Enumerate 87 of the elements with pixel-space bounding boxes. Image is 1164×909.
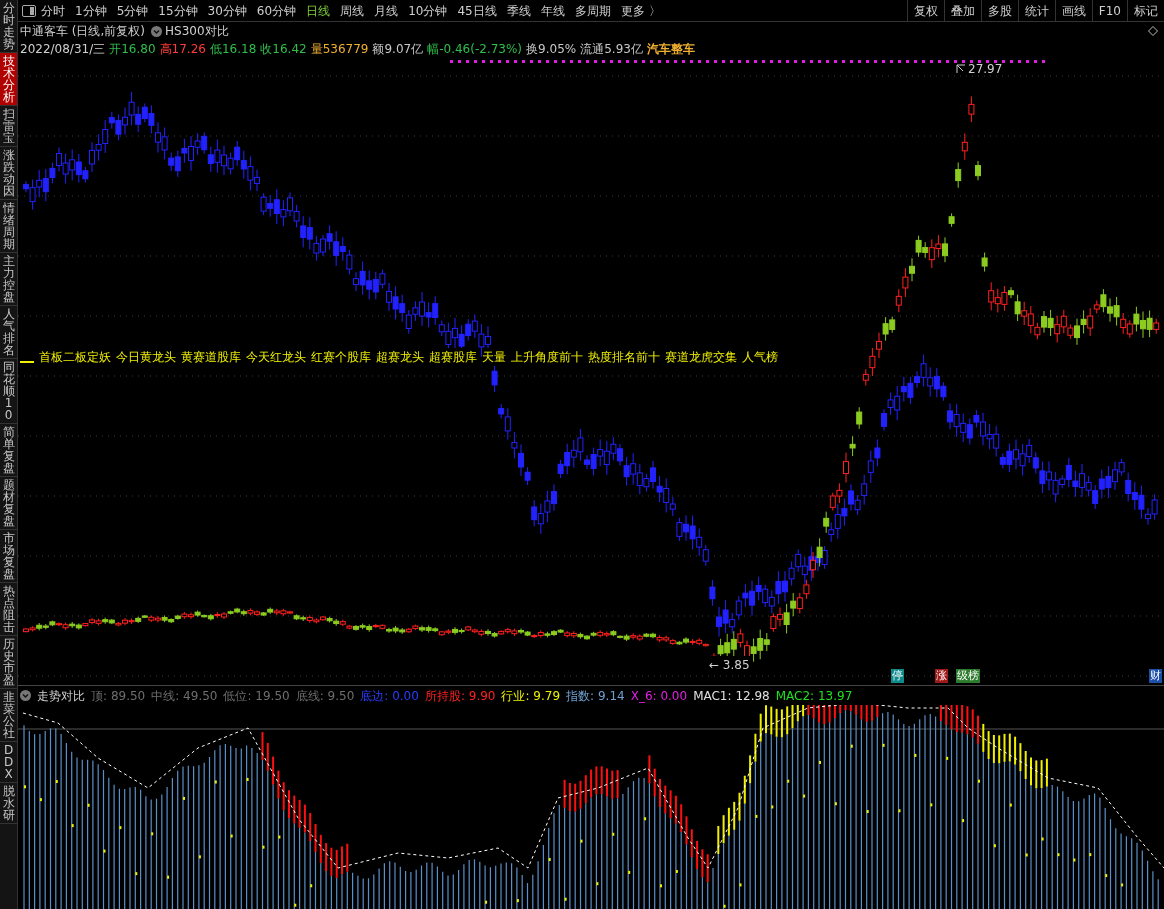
quote-value: 收16.42 <box>260 41 307 58</box>
period-tab[interactable]: 月线 <box>369 0 404 21</box>
sidebar-tab[interactable]: 热点阻击 <box>0 583 17 636</box>
more-button[interactable]: 更多 〉 <box>615 1 666 20</box>
toolbar-button[interactable]: 多股 <box>980 0 1018 22</box>
sidebar-tab[interactable]: 脱水研 <box>0 783 17 824</box>
indicator-title: 走势对比 <box>37 687 85 705</box>
sidebar-tab[interactable]: 韭菜公社 <box>0 689 17 742</box>
indicator-value: 中线: 49.50 <box>151 687 218 705</box>
sidebar-tab[interactable]: 人气排名 <box>0 306 17 359</box>
toolbar-button[interactable]: 标记 <box>1127 0 1164 22</box>
compare-dropdown[interactable]: HS300对比 <box>151 22 229 40</box>
sidebar-tab[interactable]: 同花顺10 <box>0 359 17 424</box>
period-tab[interactable]: 多周期 <box>569 0 616 21</box>
indicator-value: 顶: 89.50 <box>91 687 146 705</box>
quote-value: 低16.18 <box>209 41 257 58</box>
sidebar-tab[interactable]: 情绪周期 <box>0 200 17 253</box>
stock-pool-link[interactable]: 今日黄龙头 <box>116 348 176 366</box>
indicator-value: MAC1: 12.98 <box>693 687 770 705</box>
sidebar-tab[interactable]: DDX <box>0 742 17 783</box>
period-tab[interactable]: 45日线 <box>452 0 502 21</box>
stock-pool-link[interactable]: 黄赛道股库 <box>181 348 241 366</box>
low-price-label: ← 3.85 <box>708 656 751 674</box>
stock-pool-link[interactable]: 首板二板定妖 <box>39 348 111 366</box>
event-marker[interactable]: 财 <box>1149 669 1162 683</box>
event-marker[interactable]: 涨 <box>935 669 948 683</box>
indicator-value: X_6: 0.00 <box>630 687 688 705</box>
industry-tag[interactable]: 汽车整车 <box>646 40 695 58</box>
period-tab[interactable]: 分时 <box>36 0 70 21</box>
quote-value: 额9.07亿 <box>372 41 424 58</box>
stock-title: 中通客车 (日线,前复权) <box>20 23 145 40</box>
period-tab[interactable]: 30分钟 <box>202 0 252 21</box>
stock-pool-link[interactable]: 天量 <box>482 348 506 366</box>
toolbar-button[interactable]: 统计 <box>1017 0 1055 22</box>
quote-value: 量536779 <box>310 41 369 58</box>
sidebar-tab[interactable]: 分时走势 <box>0 0 17 53</box>
indicator-value: 所持股: 9.90 <box>424 687 496 705</box>
quote-date: 2022/08/31/三 <box>20 41 106 58</box>
sidebar-tab[interactable]: 题材复盘 <box>0 477 17 530</box>
chevron-down-icon[interactable] <box>20 690 31 701</box>
stock-pool-link[interactable]: 热度排名前十 <box>588 348 660 366</box>
quote-value: 开16.80 <box>109 41 156 58</box>
period-tab[interactable]: 1分钟 <box>70 0 112 21</box>
quote-value: 换9.05% <box>526 41 577 58</box>
period-tab[interactable]: 日线 <box>301 0 336 21</box>
toolbar-button[interactable]: 叠加 <box>943 0 981 22</box>
stock-pool-link[interactable]: 人气榜 <box>742 348 778 366</box>
quote-value: 幅-0.46(-2.73%) <box>427 41 523 58</box>
indicator-value: 指数: 9.14 <box>566 687 625 705</box>
panel-toggle-icon[interactable] <box>22 4 36 17</box>
sidebar-tab[interactable]: 主力控盘 <box>0 253 17 306</box>
toolbar-button[interactable]: 复权 <box>906 0 944 22</box>
period-tab[interactable]: 60分钟 <box>251 0 302 21</box>
indicator-value: 底边: 0.00 <box>360 687 419 705</box>
stock-pool-link[interactable]: 超赛龙头 <box>376 348 424 366</box>
indicator-value: 底线: 9.50 <box>295 687 355 705</box>
stock-pool-link[interactable]: 赛道龙虎交集 <box>665 348 737 366</box>
indicator-value: MAC2: 13.97 <box>775 687 853 705</box>
sidebar-tab[interactable]: 历史市盈 <box>0 636 17 689</box>
period-tab[interactable]: 15分钟 <box>153 0 203 21</box>
legend-line <box>20 361 34 363</box>
sidebar-tab[interactable]: 简单复盘 <box>0 424 17 477</box>
stock-pool-link[interactable]: 今天红龙头 <box>246 348 306 366</box>
high-pointer-icon <box>956 64 966 74</box>
event-marker[interactable]: 级榜 <box>956 669 980 683</box>
stock-pool-link[interactable]: 上升角度前十 <box>511 348 583 366</box>
stock-pool-link[interactable]: 红赛个股库 <box>311 348 371 366</box>
period-tab[interactable]: 5分钟 <box>111 0 154 21</box>
period-tab[interactable]: 周线 <box>335 0 370 21</box>
indicator-value: 低位: 19.50 <box>223 687 290 705</box>
period-tab[interactable]: 季线 <box>501 0 536 21</box>
chevron-down-icon <box>151 25 162 37</box>
quote-value: 高17.26 <box>159 41 206 58</box>
stock-pool-link[interactable]: 超赛股库 <box>429 348 477 366</box>
toolbar-button[interactable]: 画线 <box>1054 0 1092 22</box>
period-tab[interactable]: 10分钟 <box>403 0 453 21</box>
event-marker[interactable]: 停 <box>891 669 904 683</box>
sidebar-tab[interactable]: 扫雷宝 <box>0 106 17 147</box>
indicator-value: 行业: 9.79 <box>501 687 561 705</box>
period-tab[interactable]: 年线 <box>535 0 570 21</box>
toolbar-button[interactable]: F10 <box>1091 0 1127 22</box>
sidebar-tab[interactable]: 技术分析 <box>0 53 17 106</box>
quote-value: 流通5.93亿 <box>580 41 643 58</box>
diamond-icon[interactable] <box>1148 26 1158 36</box>
sidebar-tab[interactable]: 涨跌动因 <box>0 147 17 200</box>
high-price-label: 27.97 <box>968 61 1003 78</box>
sidebar-tab[interactable]: 市场复盘 <box>0 530 17 583</box>
